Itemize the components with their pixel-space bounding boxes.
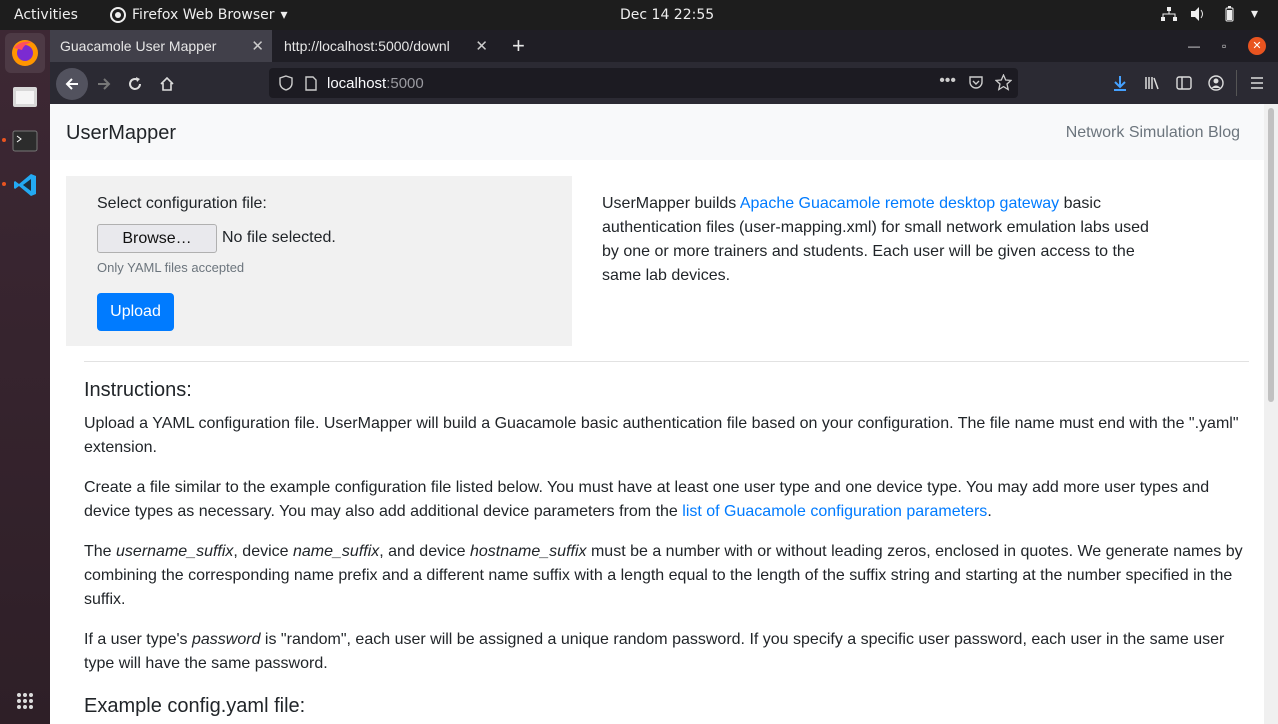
config-params-link[interactable]: list of Guacamole configuration paramete… xyxy=(682,503,987,520)
show-applications[interactable] xyxy=(5,681,45,721)
forward-arrow-icon xyxy=(98,78,111,90)
paragraph-4: If a user type's password is "random", e… xyxy=(84,628,1249,676)
home-icon xyxy=(160,76,174,91)
toolbar-separator xyxy=(1236,70,1237,96)
file-help-text: Only YAML files accepted xyxy=(97,260,245,275)
divider xyxy=(84,361,1249,362)
firefox-small-icon xyxy=(110,7,126,23)
no-file-text: No file selected. xyxy=(222,229,336,246)
clock[interactable]: Dec 14 22:55 xyxy=(620,7,714,23)
browse-button[interactable]: Browse… xyxy=(97,224,217,253)
battery-icon xyxy=(1225,6,1234,22)
terminal-icon xyxy=(12,130,38,152)
download-icon[interactable] xyxy=(1112,75,1128,91)
tab-guacamole-user-mapper[interactable]: Guacamole User Mapper ✕ xyxy=(50,30,272,62)
instructions-heading: Instructions: xyxy=(84,379,192,401)
tab-label: http://localhost:5000/downl xyxy=(284,38,450,54)
page-icon xyxy=(305,75,317,91)
browser-window: Guacamole User Mapper ✕ http://localhost… xyxy=(50,30,1278,724)
url-host: localhost xyxy=(327,74,387,92)
volume-icon xyxy=(1190,7,1203,21)
system-top-bar: Activities Firefox Web Browser ▾ Dec 14 … xyxy=(0,0,1278,30)
account-icon[interactable] xyxy=(1208,75,1224,91)
minimize-icon: — xyxy=(1188,39,1200,53)
dock-vscode[interactable] xyxy=(5,165,45,205)
shield-icon xyxy=(279,75,293,91)
library-icon[interactable] xyxy=(1144,75,1160,91)
maximize-icon: ▫ xyxy=(1222,39,1227,53)
dock xyxy=(0,30,50,724)
p3-t3: , and device xyxy=(379,543,470,560)
paragraph-1: Upload a YAML configuration file. UserMa… xyxy=(84,415,1239,456)
back-button[interactable] xyxy=(56,68,88,100)
paragraph-2: Create a file similar to the example con… xyxy=(84,476,1249,524)
p3-e1: username_suffix xyxy=(116,543,234,560)
vscode-icon xyxy=(14,174,36,196)
page-navbar: UserMapper Network Simulation Blog xyxy=(50,104,1264,160)
page-scrollbar[interactable] xyxy=(1264,104,1278,724)
sidebar-icon[interactable] xyxy=(1176,75,1192,91)
upload-button[interactable]: Upload xyxy=(97,293,174,331)
dock-terminal[interactable] xyxy=(5,121,45,161)
dock-firefox[interactable] xyxy=(5,33,45,73)
example-heading: Example config.yaml file: xyxy=(84,695,306,717)
close-window-button[interactable]: ✕ xyxy=(1248,37,1266,55)
intro-text: UserMapper builds Apache Guacamole remot… xyxy=(602,192,1162,288)
home-button[interactable] xyxy=(153,70,181,98)
chevron-down-icon: ▾ xyxy=(1250,6,1258,22)
new-tab-button[interactable]: + xyxy=(502,30,532,62)
system-tray[interactable]: ▾ xyxy=(1160,6,1258,22)
page-actions-icon[interactable]: ••• xyxy=(939,72,956,90)
url-bar[interactable]: localhost:5000 ••• xyxy=(269,68,1018,98)
bookmark-star-icon[interactable] xyxy=(995,74,1012,91)
pocket-icon[interactable] xyxy=(968,75,984,91)
guacamole-link[interactable]: Apache Guacamole remote desktop gateway xyxy=(740,195,1059,212)
app-grid-icon xyxy=(17,693,33,709)
plus-icon: + xyxy=(512,33,525,58)
files-icon xyxy=(13,87,37,107)
navigation-toolbar: localhost:5000 ••• xyxy=(50,62,1278,104)
minimize-button[interactable]: — xyxy=(1178,30,1202,62)
reload-button[interactable] xyxy=(121,70,149,98)
close-tab-icon[interactable]: ✕ xyxy=(251,37,264,55)
scrollbar-thumb[interactable] xyxy=(1268,108,1274,402)
tab-label: Guacamole User Mapper xyxy=(60,38,217,54)
blog-link[interactable]: Network Simulation Blog xyxy=(1066,124,1240,142)
app-menu[interactable]: Firefox Web Browser ▾ xyxy=(110,7,288,23)
network-icon xyxy=(1160,7,1177,21)
app-menu-label: Firefox Web Browser xyxy=(132,7,275,23)
web-page: UserMapper Network Simulation Blog Selec… xyxy=(50,104,1264,724)
tab-download[interactable]: http://localhost:5000/downl ✕ xyxy=(274,30,496,62)
chevron-down-icon: ▾ xyxy=(280,7,288,23)
dock-files[interactable] xyxy=(5,77,45,117)
file-input-label: Select configuration file: xyxy=(97,195,267,212)
p2-pre: Create a file similar to the example con… xyxy=(84,479,1210,520)
p3-t1: The xyxy=(84,543,117,560)
p3-e2: name_suffix xyxy=(293,543,380,560)
p3-e3: hostname_suffix xyxy=(470,543,587,560)
hamburger-menu-icon[interactable] xyxy=(1250,76,1264,90)
upload-form: Select configuration file: Browse… No fi… xyxy=(66,176,572,346)
navbar-brand[interactable]: UserMapper xyxy=(66,122,176,145)
url-port: :5000 xyxy=(386,74,424,92)
close-tab-icon[interactable]: ✕ xyxy=(475,37,488,55)
instructions-section: Instructions: Upload a YAML configuratio… xyxy=(84,376,1249,724)
p4-t1: If a user type's xyxy=(84,631,192,648)
tab-strip: Guacamole User Mapper ✕ http://localhost… xyxy=(50,30,1278,62)
close-icon: ✕ xyxy=(1252,39,1262,52)
intro-pre: UserMapper builds xyxy=(602,195,740,212)
firefox-icon xyxy=(12,40,38,66)
activities-button[interactable]: Activities xyxy=(14,7,78,23)
forward-button[interactable] xyxy=(90,70,118,98)
p2-post: . xyxy=(987,503,992,520)
p3-t2: , device xyxy=(233,543,293,560)
p4-e1: password xyxy=(192,631,261,648)
maximize-button[interactable]: ▫ xyxy=(1212,30,1236,62)
paragraph-3: The username_suffix, device name_suffix,… xyxy=(84,540,1249,612)
back-arrow-icon xyxy=(65,78,78,90)
reload-icon xyxy=(129,77,141,90)
